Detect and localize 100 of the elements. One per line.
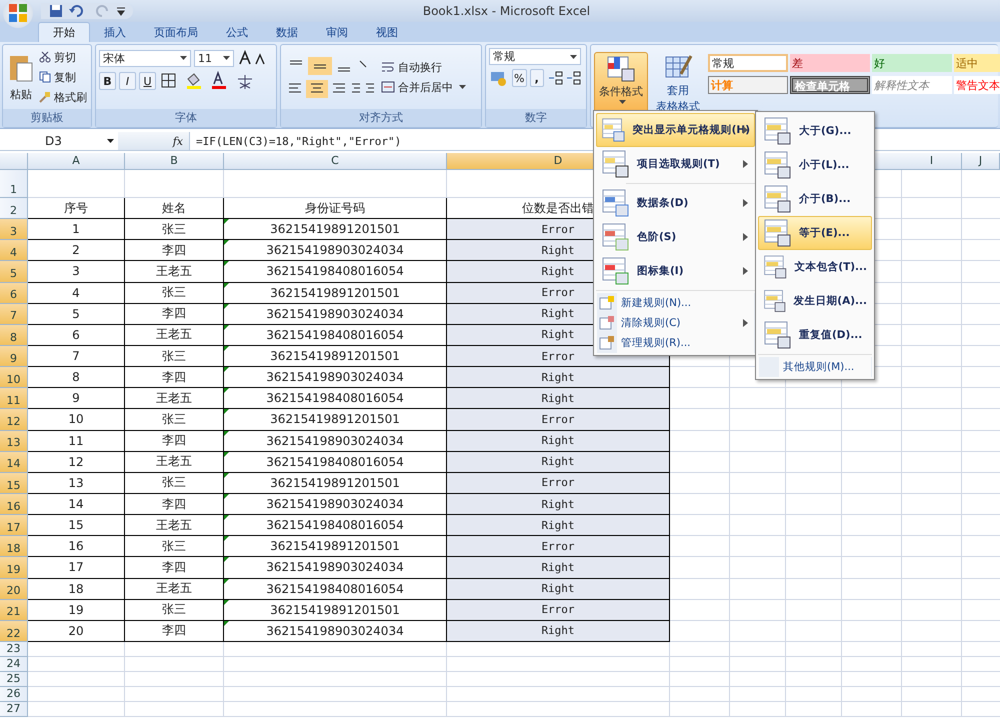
row-header[interactable]: 8 xyxy=(0,324,28,346)
table-cell: 1 xyxy=(28,219,125,240)
menu-item[interactable]: 小于(L)... xyxy=(758,148,872,182)
row-header[interactable]: 7 xyxy=(0,304,28,325)
menu-item[interactable]: 介于(B)... xyxy=(758,182,872,216)
row-header[interactable]: 10 xyxy=(0,367,28,388)
table-cell: 姓名 xyxy=(125,198,224,220)
caret-icon xyxy=(570,54,577,58)
row-header[interactable]: 24 xyxy=(0,656,28,672)
paste-button[interactable]: 粘贴 xyxy=(6,52,36,102)
caret-icon xyxy=(223,56,230,60)
table-cell: 王老五 xyxy=(125,578,224,600)
formula-field[interactable]: =IF(LEN(C3)=18,"Right","Error") xyxy=(190,134,402,148)
menu-item[interactable]: 重复值(D)... xyxy=(758,318,872,352)
table-cell: 张三 xyxy=(125,472,224,494)
table-cell: 36215419891201501 xyxy=(224,600,447,621)
table-cell: Right xyxy=(447,620,670,642)
cell-style-button[interactable]: 适中 xyxy=(954,54,1000,72)
table-cell: 2 xyxy=(28,240,125,262)
customize-caret-icon[interactable] xyxy=(117,6,125,16)
ribbon-tab[interactable]: 页面布局 xyxy=(140,23,212,42)
table-cell: 362154198408016054 xyxy=(224,388,447,410)
row-header[interactable]: 17 xyxy=(0,515,28,536)
ribbon-tab[interactable]: 开始 xyxy=(38,22,90,42)
office-button[interactable] xyxy=(3,0,33,28)
cell-style-button[interactable]: 解释性文本 xyxy=(872,76,952,94)
table-cell: 18 xyxy=(28,578,125,600)
row-header[interactable]: 16 xyxy=(0,494,28,516)
insert-function-button[interactable]: fx xyxy=(172,134,183,148)
underline-button[interactable]: U xyxy=(139,72,156,90)
font-size-field[interactable]: 11 xyxy=(194,50,234,66)
font-name-field[interactable]: 宋体 xyxy=(99,50,191,66)
ribbon-tab[interactable]: 插入 xyxy=(90,23,140,42)
menu-item[interactable]: 新建规则(N)... xyxy=(596,293,755,313)
table-cell: 李四 xyxy=(125,557,224,579)
menu-item[interactable]: 发生日期(A)... xyxy=(758,284,872,318)
row-header[interactable]: 22 xyxy=(0,620,28,642)
copy-button[interactable]: 复制 xyxy=(39,68,87,86)
row-header[interactable]: 23 xyxy=(0,642,28,657)
row-header[interactable]: 12 xyxy=(0,409,28,431)
row-header[interactable]: 26 xyxy=(0,686,28,702)
table-cell: 362154198408016054 xyxy=(224,515,447,536)
save-icon[interactable] xyxy=(49,4,63,18)
ribbon-tab[interactable]: 视图 xyxy=(362,23,412,42)
bold-button[interactable]: B xyxy=(99,72,116,90)
cell-style-button[interactable]: 常规 xyxy=(708,54,788,72)
table-cell: 张三 xyxy=(125,346,224,368)
table-cell: 362154198408016054 xyxy=(224,261,447,283)
row-header[interactable]: 27 xyxy=(0,702,28,717)
row-header[interactable]: 3 xyxy=(0,219,28,240)
cell-style-button[interactable]: 差 xyxy=(790,54,870,72)
menu-item[interactable]: 大于(G)... xyxy=(758,114,872,148)
row-header[interactable]: 19 xyxy=(0,557,28,579)
rule-grid-icon xyxy=(763,116,793,146)
comma-style-button[interactable]: , xyxy=(530,69,544,87)
format-painter-button[interactable]: 格式刷 xyxy=(39,88,87,106)
table-cell: 李四 xyxy=(125,494,224,516)
merge-icon xyxy=(381,80,395,94)
menu-item[interactable]: 清除规则(C) xyxy=(596,313,755,333)
row-header[interactable]: 13 xyxy=(0,430,28,452)
rule-grid-icon xyxy=(763,218,793,248)
cut-button[interactable]: 剪切 xyxy=(39,48,87,66)
row-header[interactable]: 5 xyxy=(0,261,28,283)
table-cell: 11 xyxy=(28,430,125,452)
menu-item[interactable]: 文本包含(T)... xyxy=(758,250,872,284)
column-header[interactable]: B xyxy=(125,153,224,169)
column-header[interactable]: A xyxy=(28,153,125,169)
percent-button[interactable]: % xyxy=(512,69,526,87)
menu-item[interactable]: 等于(E)... xyxy=(758,216,872,250)
menu-item[interactable]: 其他规则(M)... xyxy=(758,357,872,377)
table-cell: 36215419891201501 xyxy=(224,282,447,304)
row-header[interactable]: 15 xyxy=(0,472,28,494)
table-cell: 13 xyxy=(28,472,125,494)
table-cell: Error xyxy=(447,472,670,494)
italic-button[interactable]: I xyxy=(119,72,136,90)
row-header[interactable]: 4 xyxy=(0,240,28,262)
table-cell: Right xyxy=(447,515,670,536)
cell-style-button[interactable]: 好 xyxy=(872,54,952,72)
menu-item[interactable]: 管理规则(R)... xyxy=(596,333,755,353)
row-header[interactable]: 9 xyxy=(0,346,28,368)
row-header[interactable]: 11 xyxy=(0,388,28,410)
row-header[interactable]: 18 xyxy=(0,536,28,558)
column-header[interactable]: I xyxy=(902,153,962,169)
row-header[interactable]: 2 xyxy=(0,198,28,220)
row-header[interactable]: 1 xyxy=(0,170,28,198)
number-format-field[interactable]: 常规 xyxy=(489,48,581,65)
table-cell: 36215419891201501 xyxy=(224,536,447,558)
row-header[interactable]: 21 xyxy=(0,600,28,621)
cell-style-button[interactable]: 警告文本 xyxy=(954,76,1000,94)
ribbon-tab[interactable]: 审阅 xyxy=(312,23,362,42)
merge-center-button[interactable]: 合并后居中 xyxy=(381,78,466,96)
ribbon-tab[interactable]: 数据 xyxy=(262,23,312,42)
wrap-text-button[interactable]: 自动换行 xyxy=(381,58,466,76)
ribbon-tab[interactable]: 公式 xyxy=(212,23,262,42)
row-header[interactable]: 6 xyxy=(0,282,28,304)
row-header[interactable]: 14 xyxy=(0,452,28,473)
column-header[interactable]: J xyxy=(962,153,1000,169)
row-header[interactable]: 20 xyxy=(0,578,28,600)
row-header[interactable]: 25 xyxy=(0,672,28,687)
name-box[interactable]: D3 xyxy=(0,134,118,148)
